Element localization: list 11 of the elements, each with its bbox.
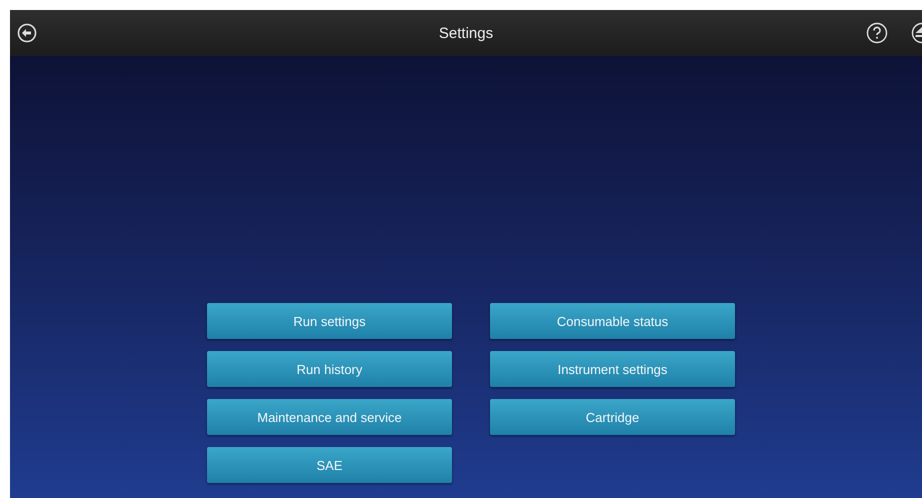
screen-title: Settings xyxy=(438,24,494,42)
eject-icon[interactable] xyxy=(911,22,922,44)
menu-button[interactable]: Run history xyxy=(207,351,452,387)
menu-button[interactable]: Consumable status xyxy=(490,303,735,339)
menu-button[interactable]: SAE xyxy=(207,447,452,483)
menu-button[interactable]: Cartridge xyxy=(490,399,735,435)
help-icon[interactable] xyxy=(866,22,888,44)
menu-button[interactable]: Run settings xyxy=(207,303,452,339)
back-icon[interactable] xyxy=(17,23,37,43)
menu-button[interactable]: Maintenance and service xyxy=(207,399,452,435)
menu-button[interactable]: Instrument settings xyxy=(490,351,735,387)
